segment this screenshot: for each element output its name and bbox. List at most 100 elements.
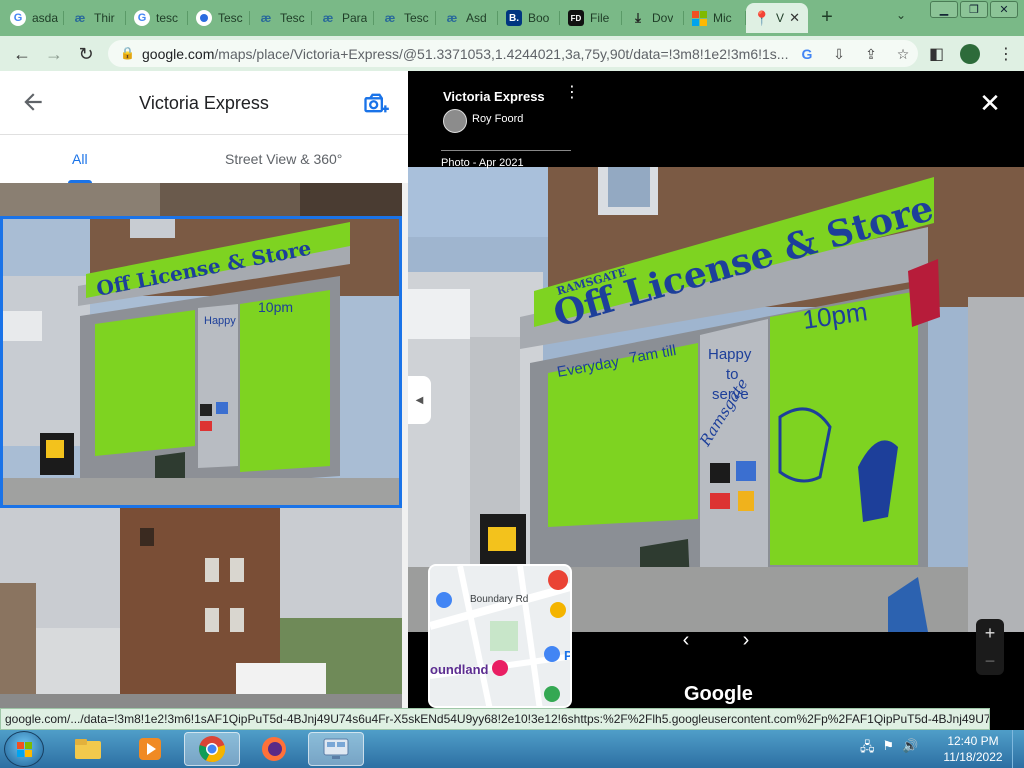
more-options-icon[interactable]: ⋮ (564, 85, 580, 101)
close-viewer-icon[interactable]: ✕ (978, 90, 1002, 116)
zoom-in-icon[interactable]: + (976, 619, 1004, 647)
photo-thumbnail[interactable] (0, 183, 402, 216)
browser-tab[interactable]: B. Boo (498, 3, 560, 33)
tab-title: Tesc (218, 11, 243, 25)
clock-date: 11/18/2022 (943, 750, 1003, 764)
author-avatar[interactable] (443, 109, 467, 133)
tab-title: Dov (652, 11, 674, 25)
slogan-happy-text: Happy (708, 346, 752, 363)
firefox-taskbar-button[interactable] (246, 732, 302, 766)
tab-title: Mic (713, 11, 732, 25)
tab-all[interactable]: All (72, 151, 88, 167)
media-player-taskbar-button[interactable] (122, 732, 178, 766)
google-icon: G (134, 10, 150, 26)
chrome-icon (199, 736, 226, 763)
url-path: /maps/place/Victoria+Express/@51.3371053… (214, 46, 789, 62)
browser-tab-active[interactable]: 📍 V ✕ (746, 3, 808, 33)
add-photo-icon[interactable] (362, 89, 390, 117)
google-icon: G (10, 10, 26, 26)
next-photo-icon[interactable]: › (732, 626, 760, 654)
minimize-icon[interactable]: ▁ (930, 1, 958, 18)
browser-tab[interactable]: Gasda (2, 3, 64, 33)
reload-icon[interactable]: ↻ (74, 42, 98, 66)
minimap[interactable]: Boundary Rd oundland P (428, 564, 572, 708)
window-controls: ▁ ❐ ✕ (930, 1, 1018, 18)
tab-title: Asd (466, 11, 487, 25)
system-tray: 🖧 ⚑ 🔊 (860, 738, 918, 760)
tab-title: Boo (528, 11, 550, 25)
photos-panel: Victoria Express All Street View & 360° (0, 71, 408, 708)
close-tab-icon[interactable]: ✕ (789, 10, 800, 26)
browser-tab[interactable]: Tesc (188, 3, 250, 33)
explorer-taskbar-button[interactable] (60, 732, 116, 766)
storefront-photo[interactable]: RAMSGATE Off License & Store Everyday 7a… (408, 167, 1024, 632)
restore-icon[interactable]: ❐ (960, 1, 988, 18)
microsoft-icon (692, 10, 707, 26)
share-icon[interactable]: ⇪ (862, 45, 880, 63)
photo-thumbnail[interactable] (0, 508, 402, 708)
divider (441, 150, 571, 151)
tab-title: V (776, 11, 785, 25)
link-status-bar: google.com/.../data=!3m8!1e2!3m6!1sAF1Qi… (0, 708, 990, 730)
menu-kebab-icon[interactable]: ⋮ (998, 44, 1014, 64)
lock-icon[interactable]: 🔒 (120, 46, 135, 60)
browser-tab[interactable]: FD File (560, 3, 622, 33)
back-icon[interactable]: ← (10, 42, 34, 66)
photo-filter-tabs: All Street View & 360° (0, 135, 408, 183)
chrome-taskbar-button[interactable] (184, 732, 240, 766)
volume-icon[interactable]: 🔊 (902, 738, 918, 760)
road-label: Boundary Rd (470, 594, 529, 605)
maps-icon: 📍 (753, 9, 771, 26)
photo-viewer: RAMSGATE Off License & Store Everyday 7a… (408, 71, 1024, 708)
browser-tab[interactable]: æ Tesc (250, 3, 312, 33)
close-window-icon[interactable]: ✕ (990, 1, 1018, 18)
poi-label: P (564, 648, 572, 663)
chrome-ext-icon (196, 10, 212, 26)
booking-icon: B. (506, 10, 522, 26)
browser-tab[interactable]: ⤓ Dov (622, 3, 684, 33)
browser-tab[interactable]: æ Tesc (374, 3, 436, 33)
place-name[interactable]: Victoria Express (443, 89, 545, 104)
browser-tab[interactable]: æ Thir (64, 3, 126, 33)
remote-desktop-taskbar-button[interactable] (308, 732, 364, 766)
tab-list: Gasda æ Thir Gtesc Tesc æ Tesc æ Para æ Tesc… (2, 3, 808, 33)
browser-tab[interactable]: Gtesc (126, 3, 188, 33)
zoom-out-icon[interactable]: − (976, 647, 1004, 675)
show-desktop-button[interactable] (1012, 730, 1024, 768)
google-lens-icon[interactable]: G (798, 45, 816, 63)
address-bar[interactable]: 🔒 google.com/maps/place/Victoria+Express… (108, 40, 918, 67)
ae-icon: æ (260, 11, 272, 25)
slogan-text: Happy (204, 315, 236, 327)
ae-icon: æ (74, 11, 86, 25)
previous-photo-icon[interactable]: ‹ (672, 626, 700, 654)
clock-time: 12:40 PM (947, 734, 999, 748)
action-center-flag-icon[interactable]: ⚑ (883, 738, 895, 760)
forward-icon[interactable]: → (42, 42, 66, 66)
tab-title: tesc (156, 11, 179, 25)
collapse-panel-icon[interactable]: ◀ (408, 376, 431, 424)
photo-date: Photo - Apr 2021 (441, 157, 524, 169)
fd-icon: FD (568, 10, 584, 26)
start-button[interactable] (4, 731, 44, 767)
windows-taskbar: 🖧 ⚑ 🔊 12:40 PM 11/18/2022 (0, 730, 1024, 768)
tab-title: Tesc (280, 11, 305, 25)
photo-thumbnail-selected[interactable]: Off License & Store Happy 10pm (0, 216, 402, 508)
browser-tab[interactable]: æ Para (312, 3, 374, 33)
system-clock[interactable]: 12:40 PM 11/18/2022 (942, 733, 1004, 765)
author-name[interactable]: Roy Foord (472, 113, 523, 125)
bookmark-star-icon[interactable]: ☆ (894, 45, 912, 63)
tab-title: File (590, 11, 610, 25)
new-tab-button[interactable]: + (816, 6, 838, 28)
url-text[interactable]: google.com/maps/place/Victoria+Express/@… (142, 46, 792, 62)
network-icon[interactable]: 🖧 (860, 738, 875, 760)
tab-title: Tesc (404, 11, 429, 25)
install-app-icon[interactable]: ⇩ (830, 45, 848, 63)
remote-desktop-icon (323, 738, 349, 759)
tab-search-chevron-icon[interactable]: ⌄ (896, 8, 906, 22)
shop-label: oundland (430, 662, 489, 677)
side-panel-icon[interactable]: ◧ (929, 44, 944, 64)
profile-avatar[interactable] (960, 44, 980, 64)
browser-tab[interactable]: Mic (684, 3, 746, 33)
tab-street-view[interactable]: Street View & 360° (225, 151, 342, 167)
browser-tab[interactable]: æ Asd (436, 3, 498, 33)
